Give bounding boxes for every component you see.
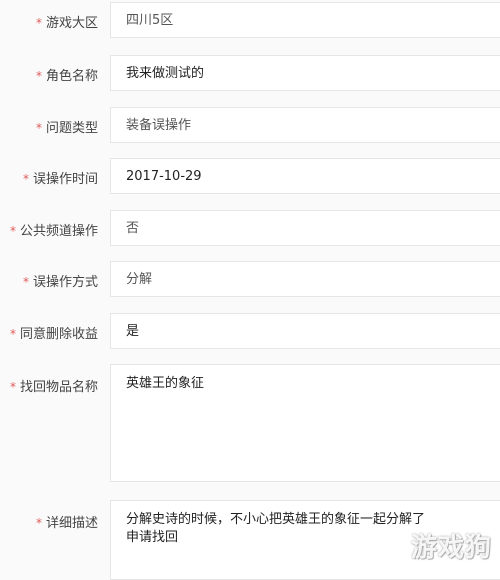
field-label-character-name: * 角色名称 [35,69,98,84]
recover-item-name-textarea[interactable]: 英雄王的象征 [110,364,500,482]
required-mark: * [35,516,42,530]
misoperation-time-value: 2017-10-29 [126,169,202,184]
public-channel-value: 否 [126,221,140,236]
agree-delete-gains-field[interactable]: 是 [110,313,500,349]
required-mark: * [35,121,42,135]
required-mark: * [35,16,42,30]
recover-item-name-value: 英雄王的象征 [126,376,205,391]
required-mark: * [35,69,42,83]
misoperation-method-value: 分解 [126,272,153,287]
game-region-value: 四川5区 [126,13,174,28]
public-channel-field[interactable]: 否 [110,210,500,246]
required-mark: * [9,224,16,238]
watermark-logo: 游戏狗 [410,533,492,563]
ticket-form: * 游戏大区 四川5区 * 角色名称 我来做测试的 * 问题类型 装备误操作 * 误操作… [0,0,500,580]
field-label-issue-type: * 问题类型 [35,121,98,136]
field-label-agree-delete-gains: * 同意删除收益 [9,327,98,342]
field-label-game-region: * 游戏大区 [35,16,98,31]
required-mark: * [22,275,29,289]
character-name-value: 我来做测试的 [126,66,205,81]
misoperation-time-field[interactable]: 2017-10-29 [110,158,500,194]
character-name-field[interactable]: 我来做测试的 [110,55,500,91]
issue-type-field[interactable]: 装备误操作 [110,107,500,143]
game-region-field[interactable]: 四川5区 [110,2,500,38]
field-label-public-channel: * 公共频道操作 [9,224,98,239]
misoperation-method-field[interactable]: 分解 [110,261,500,297]
agree-delete-gains-value: 是 [126,324,140,339]
field-label-detail-description: * 详细描述 [35,516,98,531]
field-label-misoperation-time: * 误操作时间 [22,172,98,187]
required-mark: * [9,327,16,341]
issue-type-value: 装备误操作 [126,118,192,133]
field-label-recover-item-name: * 找回物品名称 [9,380,98,395]
required-mark: * [22,172,29,186]
required-mark: * [9,380,16,394]
field-label-misoperation-method: * 误操作方式 [22,275,98,290]
